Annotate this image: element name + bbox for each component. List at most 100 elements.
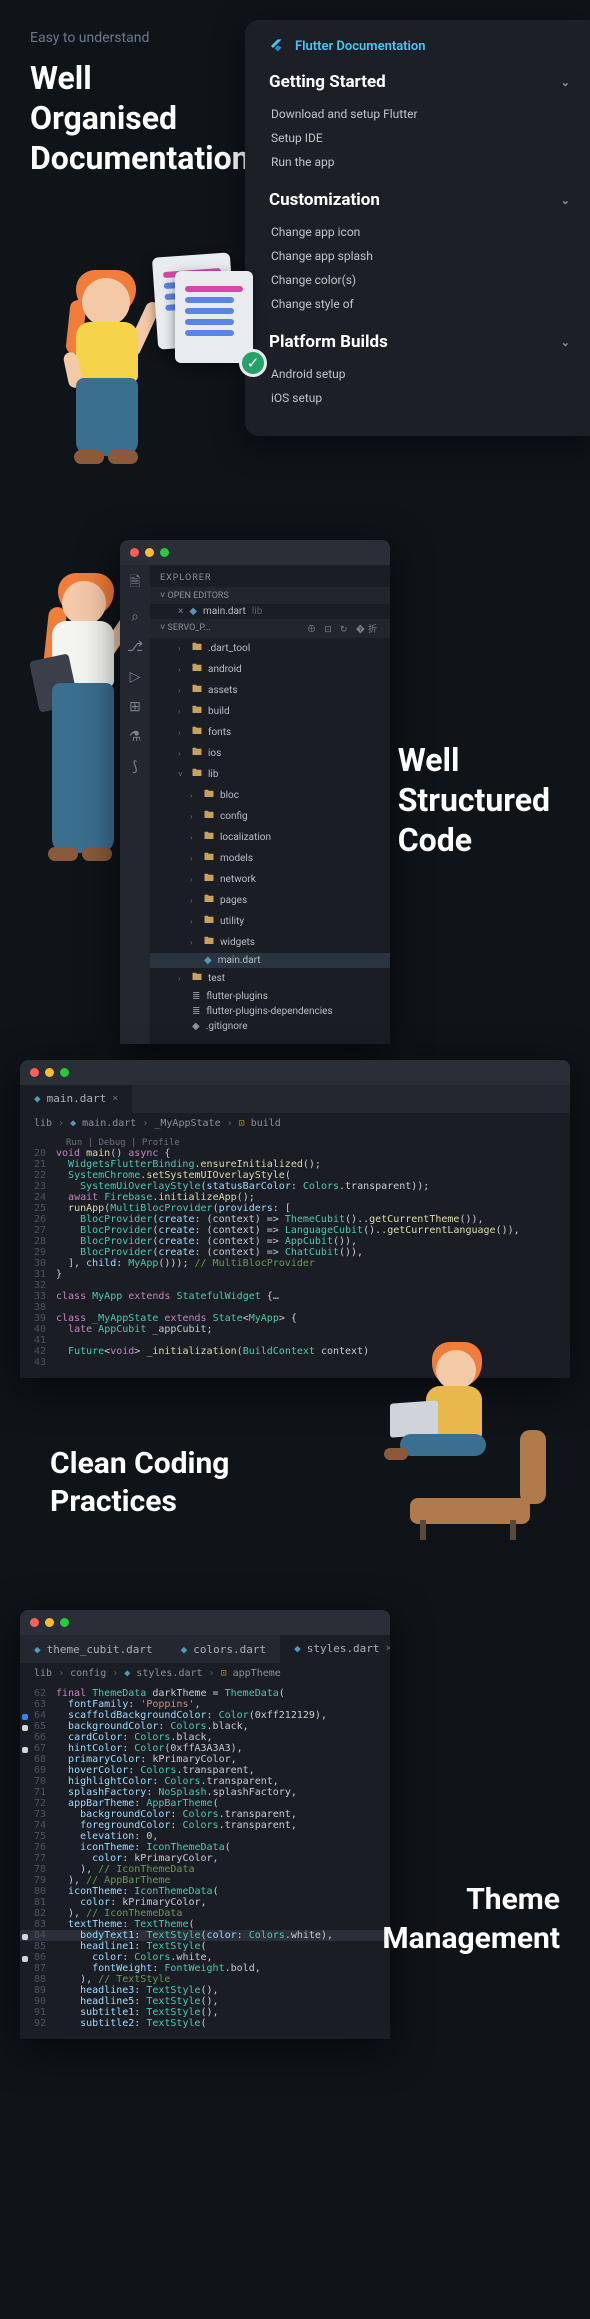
code-line: 86 color: Colors.white, xyxy=(20,1952,390,1963)
search-icon[interactable]: ⌕ xyxy=(131,609,139,625)
run-debug-hint[interactable]: Run | Debug | Profile xyxy=(20,1138,570,1148)
tree-folder[interactable]: ˅🖿lib xyxy=(150,764,390,785)
source-control-icon[interactable]: ⎇ xyxy=(127,639,143,655)
folder-icon: 🖿 xyxy=(204,808,214,825)
crumb-part[interactable]: lib xyxy=(34,1118,52,1129)
tab-main-dart[interactable]: ◆ main.dart × xyxy=(20,1085,132,1113)
folder-icon: 🖿 xyxy=(192,682,202,699)
folder-icon: 🖿 xyxy=(204,934,214,951)
maximize-dot-icon[interactable] xyxy=(60,1068,69,1077)
tree-folder[interactable]: ›🖿localization xyxy=(150,827,390,848)
tree-folder[interactable]: ›🖿network xyxy=(150,869,390,890)
t1a: Well xyxy=(30,59,92,97)
doc-item[interactable]: Setup IDE xyxy=(269,126,570,150)
open-editor-item[interactable]: × ◆ main.dart lib xyxy=(150,604,390,619)
project-header[interactable]: ˅ SERVO_P... ⊕ ⊡ ↻ �折 xyxy=(150,619,390,638)
files-icon[interactable]: 🗎 xyxy=(129,571,140,595)
explorer-panel: EXPLORER ˅ OPEN EDITORS × ◆ main.dart li… xyxy=(150,565,390,1044)
window-controls xyxy=(20,1610,390,1635)
code-line: 66 cardColor: Colors.black, xyxy=(20,1732,390,1743)
close-icon[interactable]: × xyxy=(178,606,183,617)
folder-icon: 🖿 xyxy=(192,766,202,783)
tree-file[interactable]: ≣flutter-plugins-dependencies xyxy=(150,1004,390,1019)
maximize-dot-icon[interactable] xyxy=(160,548,169,557)
crumb-part[interactable]: ◆ main.dart xyxy=(70,1118,136,1129)
section4-title: Theme Management xyxy=(382,1880,560,1958)
code-line: 33class MyApp extends StatefulWidget {… xyxy=(20,1291,570,1302)
doc-group-title[interactable]: Customization⌄ xyxy=(269,190,570,210)
editor-tab[interactable]: ◆styles.dart× xyxy=(280,1635,390,1663)
code-line: 69 hoverColor: Colors.transparent, xyxy=(20,1765,390,1776)
crumb-part[interactable]: lib xyxy=(34,1668,52,1679)
checkmark-icon: ✓ xyxy=(239,349,267,377)
minimize-dot-icon[interactable] xyxy=(45,1068,54,1077)
tree-folder[interactable]: ›🖿widgets xyxy=(150,932,390,953)
doc-item[interactable]: Change style of xyxy=(269,292,570,316)
code-line: 75 elevation: 0, xyxy=(20,1831,390,1842)
doc-item[interactable]: Android setup xyxy=(269,362,570,386)
folder-icon: 🖿 xyxy=(204,850,214,867)
breadcrumb[interactable]: lib›config›◆ styles.dart›⊡ appTheme xyxy=(20,1663,390,1684)
code-line: 65 backgroundColor: Colors.black, xyxy=(20,1721,390,1732)
code-line: 78 ), // IconThemeData xyxy=(20,1864,390,1875)
code-line: 72 appBarTheme: AppBarTheme( xyxy=(20,1798,390,1809)
open-editors-header[interactable]: ˅ OPEN EDITORS xyxy=(150,587,390,604)
test-icon[interactable]: ⚗ xyxy=(129,729,142,745)
close-tab-icon[interactable]: × xyxy=(386,1643,390,1654)
close-dot-icon[interactable] xyxy=(130,548,139,557)
tree-folder[interactable]: ›🖿ios xyxy=(150,743,390,764)
tree-folder[interactable]: ›🖿test xyxy=(150,968,390,989)
maximize-dot-icon[interactable] xyxy=(60,1618,69,1627)
doc-group-title[interactable]: Getting Started⌄ xyxy=(269,72,570,92)
explorer-actions[interactable]: ⊕ ⊡ ↻ �折 xyxy=(307,622,380,635)
tree-folder[interactable]: ›🖿pages xyxy=(150,890,390,911)
code-body[interactable]: 62final ThemeData darkTheme = ThemeData(… xyxy=(20,1684,390,2039)
tree-folder[interactable]: ›🖿models xyxy=(150,848,390,869)
crumb-part[interactable]: config xyxy=(70,1668,106,1679)
tree-file[interactable]: ◆main.dart xyxy=(150,953,390,968)
t4a: Theme xyxy=(466,1882,560,1917)
crumb-part[interactable]: ◆ styles.dart xyxy=(124,1668,202,1679)
close-tab-icon[interactable]: × xyxy=(112,1093,118,1104)
editor-tab[interactable]: ◆colors.dart xyxy=(167,1636,280,1663)
code-line: 84 bodyText1: TextStyle(color: Colors.wh… xyxy=(20,1930,390,1941)
section-documentation: Easy to understand Well Organised Docume… xyxy=(0,0,590,480)
tree-folder[interactable]: ›🖿android xyxy=(150,659,390,680)
tree-folder[interactable]: ›🖿assets xyxy=(150,680,390,701)
project-name: SERVO_P... xyxy=(168,623,211,633)
doc-item[interactable]: Change app splash xyxy=(269,244,570,268)
tree-folder[interactable]: ›🖿.dart_tool xyxy=(150,638,390,659)
doc-item[interactable]: iOS setup xyxy=(269,386,570,410)
close-dot-icon[interactable] xyxy=(30,1618,39,1627)
explorer-label: EXPLORER xyxy=(150,569,390,587)
doc-group-title[interactable]: Platform Builds⌄ xyxy=(269,332,570,352)
debug-icon[interactable]: ▷ xyxy=(130,669,141,685)
tree-file[interactable]: ≣flutter-plugins xyxy=(150,989,390,1004)
code-line: 25 runApp(MultiBlocProvider(providers: [ xyxy=(20,1203,570,1214)
tree-folder[interactable]: ›🖿utility xyxy=(150,911,390,932)
chevron-down-icon: ⌄ xyxy=(561,76,570,89)
tree-folder[interactable]: ›🖿config xyxy=(150,806,390,827)
crumb-part[interactable]: ⊡ appTheme xyxy=(221,1668,281,1679)
tree-folder[interactable]: ›🖿bloc xyxy=(150,785,390,806)
section-structured-code: 🗎 ⌕ ⎇ ▷ ⊞ ⚗ ⟆ EXPLORER ˅ OPEN EDITORS × … xyxy=(0,480,590,1020)
breadcrumb[interactable]: lib›◆ main.dart›_MyAppState›⊡ build xyxy=(20,1113,570,1134)
minimize-dot-icon[interactable] xyxy=(45,1618,54,1627)
close-dot-icon[interactable] xyxy=(30,1068,39,1077)
doc-item[interactable]: Change app icon xyxy=(269,220,570,244)
code-line: 23 SystemUiOverlayStyle(statusBarColor: … xyxy=(20,1181,570,1192)
t1b: Organised xyxy=(30,99,177,137)
doc-item[interactable]: Download and setup Flutter xyxy=(269,102,570,126)
code-line: 68 primaryColor: kPrimaryColor, xyxy=(20,1754,390,1765)
editor-tab[interactable]: ◆theme_cubit.dart xyxy=(20,1636,167,1663)
extensions-icon[interactable]: ⊞ xyxy=(129,699,141,715)
section3-title: Clean Coding Practices xyxy=(50,1445,229,1520)
doc-item[interactable]: Run the app xyxy=(269,150,570,174)
tree-folder[interactable]: ›🖿fonts xyxy=(150,722,390,743)
tree-folder[interactable]: ›🖿build xyxy=(150,701,390,722)
crumb-part[interactable]: _MyAppState xyxy=(154,1118,220,1129)
minimize-dot-icon[interactable] xyxy=(145,548,154,557)
flutter-icon[interactable]: ⟆ xyxy=(132,759,137,775)
doc-item[interactable]: Change color(s) xyxy=(269,268,570,292)
crumb-part[interactable]: ⊡ build xyxy=(239,1118,281,1129)
